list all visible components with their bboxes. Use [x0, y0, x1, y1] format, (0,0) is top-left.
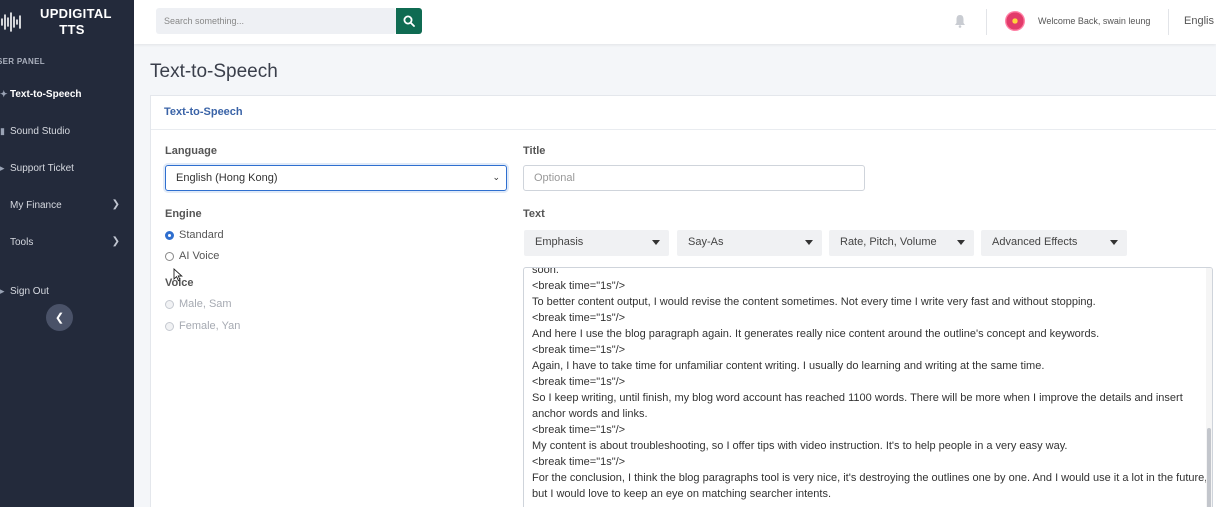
search-input[interactable]: Search something... — [156, 8, 396, 34]
voice-male-sam-radio[interactable]: Male, Sam — [165, 298, 232, 310]
engine-ai-voice-radio[interactable]: AI Voice — [165, 250, 219, 262]
top-bar: Search something... Welcome Back, swain … — [134, 0, 1216, 44]
title-label: Title — [523, 145, 546, 157]
studio-icon: ▮ — [0, 126, 5, 136]
text-editor-scrollbar[interactable] — [1206, 268, 1212, 507]
sidebar-item-my-finance[interactable]: My Finance ❯ — [0, 187, 134, 224]
text-line: My content is about troubleshooting, so … — [532, 440, 1068, 452]
language-label: Language — [165, 145, 217, 157]
finance-icon — [0, 201, 8, 211]
text-line: <break time="1s"/> — [532, 424, 626, 436]
text-line: anchor words and links. — [532, 408, 648, 420]
sidebar-item-sound-studio[interactable]: ▮ Sound Studio — [0, 113, 134, 150]
divider — [1168, 9, 1169, 35]
scrollbar-thumb[interactable] — [1207, 428, 1211, 507]
sidebar-nav: ✦ Text-to-Speech ▮ Sound Studio ▸ Suppor… — [0, 76, 134, 310]
microphone-icon: ✦ — [0, 89, 8, 99]
search-button[interactable] — [396, 8, 422, 34]
text-line: <break time="1s"/> — [532, 376, 626, 388]
soundwave-logo-icon — [0, 11, 22, 33]
sidebar: UPDIGITAL TTS SER PANEL ✦ Text-to-Speech… — [0, 0, 134, 507]
divider — [986, 9, 987, 35]
collapse-sidebar-button[interactable]: ❮ — [46, 304, 73, 331]
say-as-dropdown[interactable]: Say-As — [677, 230, 822, 256]
sign-out-icon: ▸ — [0, 286, 5, 296]
search-icon — [403, 15, 415, 27]
text-line: Again, I have to take time for unfamilia… — [532, 360, 1045, 372]
chevron-left-icon: ❮ — [54, 312, 65, 324]
chevron-right-icon: ❯ — [111, 236, 120, 247]
language-select-value: English (Hong Kong) — [176, 172, 278, 184]
radio-dot — [165, 230, 174, 240]
caret-down-icon — [957, 240, 965, 245]
text-editor[interactable]: soon. <break time="1s"/> To better conte… — [523, 267, 1213, 507]
text-line: <break time="1s"/> — [532, 344, 626, 356]
ticket-icon: ▸ — [0, 163, 5, 173]
engine-standard-radio[interactable]: Standard — [165, 229, 224, 241]
radio-dot — [165, 299, 174, 309]
text-line: soon. — [532, 267, 559, 276]
page-title: Text-to-Speech — [150, 61, 278, 82]
text-editor-content: soon. <break time="1s"/> To better conte… — [532, 267, 1208, 502]
notification-bell-icon[interactable] — [954, 14, 966, 33]
tts-card: Text-to-Speech Language English (Hong Ko… — [150, 95, 1216, 507]
text-line: <break time="1s"/> — [532, 456, 626, 468]
panel-label: SER PANEL — [0, 57, 45, 66]
caret-down-icon — [652, 240, 660, 245]
brand[interactable]: UPDIGITAL TTS — [0, 0, 134, 44]
chevron-down-icon: ⌄ — [492, 172, 500, 182]
mouse-cursor-icon — [173, 267, 183, 287]
voice-female-yan-radio[interactable]: Female, Yan — [165, 320, 240, 332]
engine-label: Engine — [165, 208, 202, 220]
emphasis-dropdown[interactable]: Emphasis — [524, 230, 669, 256]
sidebar-item-tools[interactable]: Tools ❯ — [0, 224, 134, 261]
caret-down-icon — [1110, 240, 1118, 245]
text-line: For the conclusion, I think the blog par… — [532, 472, 1208, 484]
sidebar-item-sign-out[interactable]: ▸ Sign Out — [0, 273, 134, 310]
sidebar-item-text-to-speech[interactable]: ✦ Text-to-Speech — [0, 76, 134, 113]
text-line: So I keep writing, until finish, my blog… — [532, 392, 1183, 404]
text-line: <break time="1s"/> — [532, 312, 626, 324]
avatar[interactable] — [1005, 11, 1025, 31]
brand-name: UPDIGITAL TTS — [40, 6, 112, 37]
text-line: To better content output, I would revise… — [532, 296, 1096, 308]
language-selector[interactable]: Englis — [1184, 15, 1214, 27]
language-select[interactable]: English (Hong Kong) ⌄ — [165, 165, 507, 191]
welcome-text: Welcome Back, swain leung — [1038, 16, 1151, 26]
advanced-effects-dropdown[interactable]: Advanced Effects — [981, 230, 1127, 256]
text-line: And here I use the blog paragraph again.… — [532, 328, 1100, 340]
sidebar-item-support-ticket[interactable]: ▸ Support Ticket — [0, 150, 134, 187]
text-label: Text — [523, 208, 545, 220]
radio-dot — [165, 251, 174, 261]
chevron-right-icon: ❯ — [111, 199, 120, 210]
title-input[interactable]: Optional — [523, 165, 865, 191]
text-line: <break time="1s"/> — [532, 280, 626, 292]
rate-pitch-volume-dropdown[interactable]: Rate, Pitch, Volume — [829, 230, 974, 256]
caret-down-icon — [805, 240, 813, 245]
card-title: Text-to-Speech — [151, 96, 1216, 130]
radio-dot — [165, 321, 174, 331]
tools-icon — [0, 238, 8, 248]
text-line: but I would love to keep an eye on match… — [532, 488, 832, 500]
